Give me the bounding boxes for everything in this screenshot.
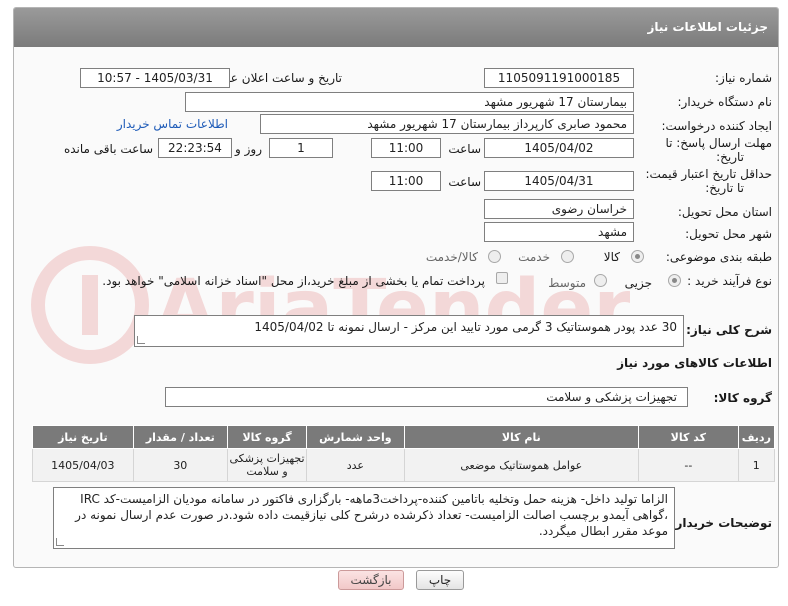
panel-title: جزئیات اطلاعات نیاز: [14, 8, 778, 47]
requester-field: محمود صابری کارپرداز بیمارستان 17 شهریور…: [260, 114, 634, 134]
treasury-payment-note: پرداخت تمام یا بخشی از مبلغ خرید،از محل …: [102, 274, 485, 288]
goods-section-title: اطلاعات کالاهای مورد نیاز: [617, 356, 772, 370]
goods-group-label: گروه کالا:: [713, 391, 772, 405]
cell-qty: 30: [132, 448, 228, 482]
buyer-notes-field: الزاما تولید داخل- هزینه حمل وتخلیه باتا…: [53, 487, 675, 549]
resize-grip[interactable]: [137, 336, 145, 344]
buyer-notes-label: توضیحات خریدار:: [670, 516, 772, 530]
process-type-label: نوع فرآیند خرید :: [687, 274, 772, 288]
price-time-label: ساعت: [448, 175, 481, 189]
category-radio-goods-service[interactable]: [488, 250, 501, 263]
province-field: خراسان رضوی: [484, 199, 634, 219]
process-option-minor: جزیی: [624, 276, 652, 290]
cell-group: تجهیزات پزشکی و سلامت: [226, 448, 308, 482]
print-button[interactable]: چاپ: [416, 570, 464, 590]
cell-code: --: [638, 448, 739, 482]
price-validity-label: حداقل تاریخ اعتبار قیمت:: [645, 167, 772, 181]
need-number-field: 1105091191000185: [484, 68, 634, 88]
process-radio-minor[interactable]: [668, 274, 681, 287]
buyer-notes-text: الزاما تولید داخل- هزینه حمل وتخلیه باتا…: [75, 492, 668, 538]
summary-field: 30 عدد پودر هموستاتیک 3 گرمی مورد تایید …: [134, 315, 684, 347]
col-code: کد کالا: [638, 425, 739, 449]
treasury-payment-checkbox[interactable]: [496, 272, 508, 284]
reply-time-label: ساعت: [448, 142, 481, 156]
days-label: روز و: [235, 142, 262, 156]
process-radio-medium[interactable]: [594, 274, 607, 287]
cell-row: 1: [737, 448, 776, 482]
category-radio-service[interactable]: [561, 250, 574, 263]
price-validity-date: 1405/04/31: [484, 171, 634, 191]
buyer-org-field: بیمارستان 17 شهریور مشهد: [185, 92, 634, 112]
reply-deadline-label: مهلت ارسال پاسخ: تا: [665, 136, 772, 150]
col-row: ردیف: [737, 425, 776, 449]
need-number-label: شماره نیاز:: [715, 71, 772, 85]
reply-deadline-time: 11:00: [371, 138, 441, 158]
cell-name: عوامل هموستاتیک موضعی: [403, 448, 640, 482]
process-option-medium: متوسط: [548, 276, 586, 290]
requester-label: ایجاد کننده درخواست:: [661, 119, 772, 133]
summary-text: 30 عدد پودر هموستاتیک 3 گرمی مورد تایید …: [254, 320, 677, 334]
price-validity-label-date: تا تاریخ:: [705, 181, 744, 195]
table-row: 1 -- عوامل هموستاتیک موضعی عدد تجهیزات پ…: [32, 448, 776, 482]
city-field: مشهد: [484, 222, 634, 242]
buyer-org-label: نام دستگاه خریدار:: [677, 95, 773, 109]
col-group: گروه کالا: [226, 425, 308, 449]
remaining-label: ساعت باقی مانده: [63, 142, 153, 156]
remaining-time: 22:23:54: [158, 138, 232, 158]
reply-deadline-date: 1405/04/02: [484, 138, 634, 158]
cell-date: 1405/04/03: [32, 448, 134, 482]
col-name: نام کالا: [403, 425, 640, 449]
category-radio-goods[interactable]: [631, 250, 644, 263]
goods-table: ردیف کد کالا نام کالا واحد شمارش گروه کا…: [32, 425, 776, 482]
remaining-days: 1: [269, 138, 333, 158]
price-validity-time: 11:00: [371, 171, 441, 191]
category-option-goods-service: کالا/خدمت: [425, 250, 478, 264]
category-option-service: خدمت: [518, 250, 550, 264]
category-label: طبقه بندی موضوعی:: [665, 250, 772, 264]
goods-group-field: تجهیزات پزشکی و سلامت: [165, 387, 688, 407]
summary-label: شرح کلی نیاز:: [686, 323, 772, 337]
col-unit: واحد شمارش: [306, 425, 405, 449]
buyer-contact-link[interactable]: اطلاعات تماس خریدار: [117, 117, 228, 131]
back-button[interactable]: بازگشت: [338, 570, 404, 590]
cell-unit: عدد: [306, 448, 405, 482]
city-label: شهر محل تحویل:: [685, 227, 772, 241]
category-option-goods: کالا: [603, 250, 620, 264]
province-label: استان محل تحویل:: [677, 205, 772, 219]
notes-resize-grip[interactable]: [56, 538, 64, 546]
announce-datetime-field: 1405/03/31 - 10:57: [80, 68, 230, 88]
col-qty: تعداد / مقدار: [132, 425, 228, 449]
reply-deadline-label-date: تاریخ:: [716, 150, 744, 164]
col-date: تاریخ نیاز: [32, 425, 134, 449]
